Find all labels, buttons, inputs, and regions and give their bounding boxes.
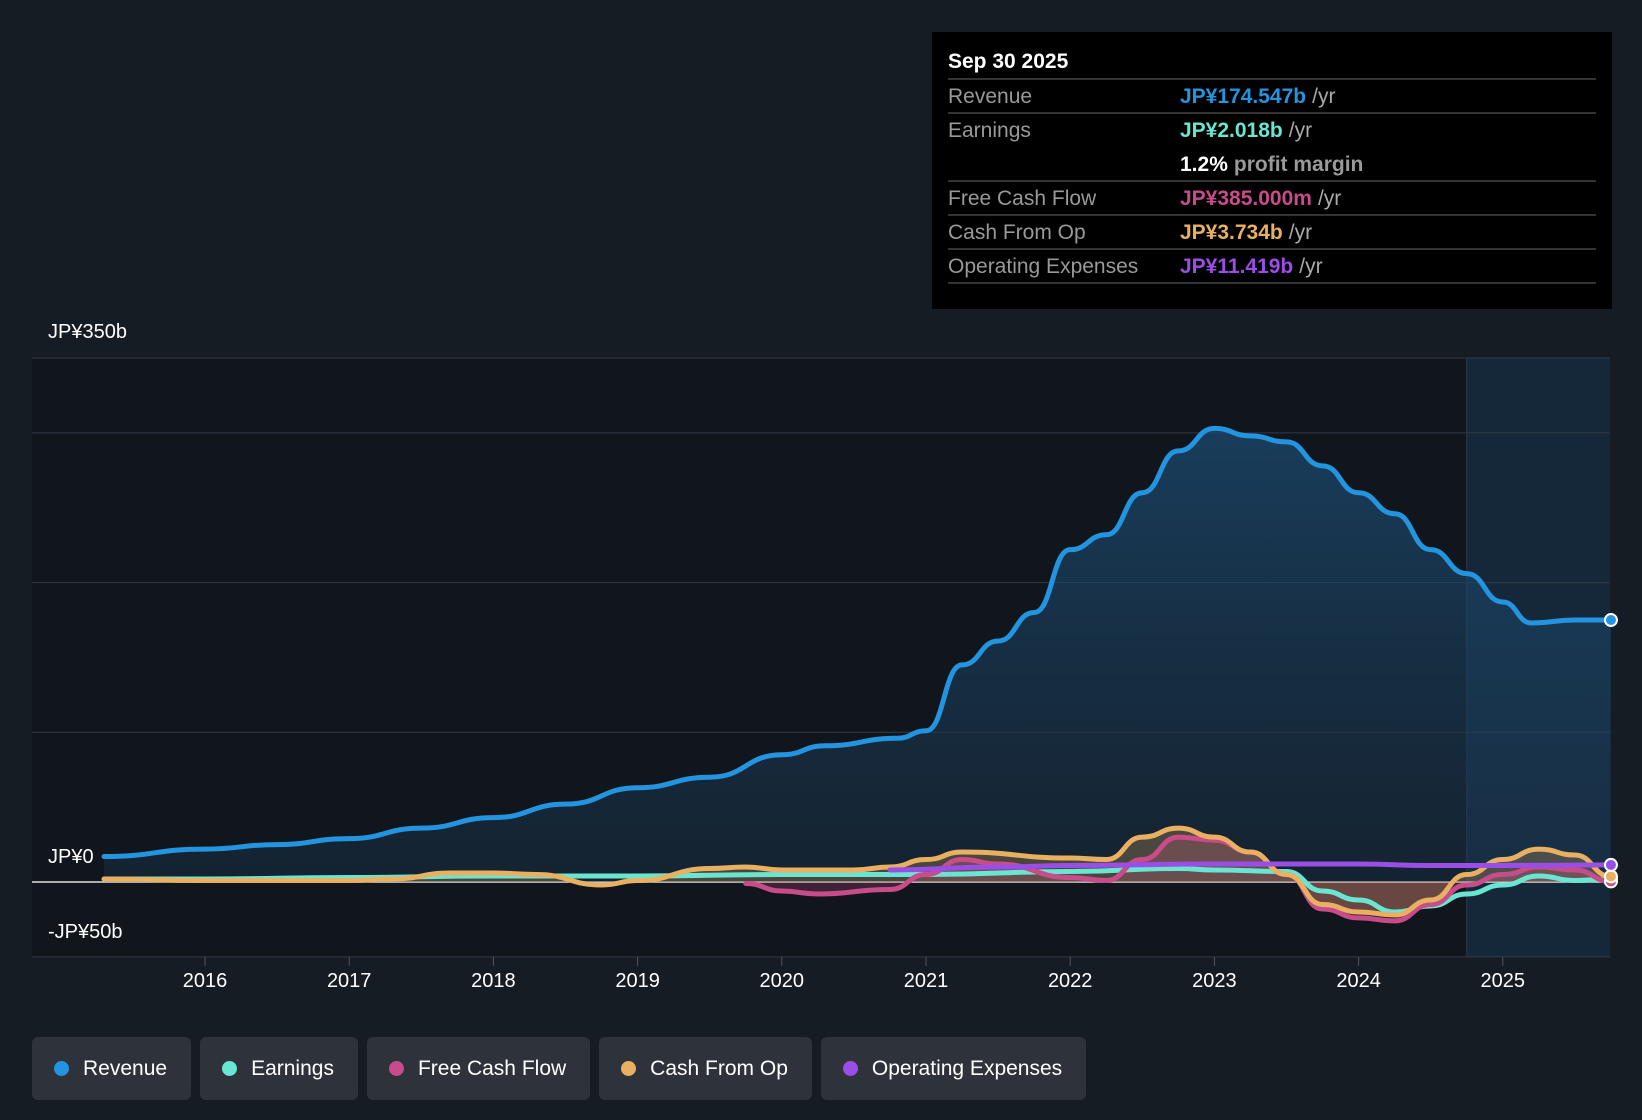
y-label-zero: JP¥0: [48, 846, 94, 868]
legend-label: Operating Expenses: [871, 1056, 1063, 1080]
y-label-bottom: -JP¥50b: [48, 921, 123, 943]
tooltip-row-revenue: Revenue JP¥174.547b/yr: [948, 80, 1596, 114]
tooltip-row-opex: Operating Expenses JP¥11.419b/yr: [948, 250, 1596, 284]
tooltip-value: JP¥385.000m: [1180, 187, 1312, 210]
profit-margin-label: profit margin: [1233, 153, 1364, 176]
tooltip-date: Sep 30 2025: [948, 46, 1596, 80]
dot-icon: [621, 1061, 637, 1076]
legend-free-cash-flow[interactable]: Free Cash Flow: [366, 1037, 591, 1100]
x-tick-label: 2025: [1480, 970, 1526, 992]
legend-label: Revenue: [83, 1056, 168, 1080]
cash-from-op-endpoint: [1603, 869, 1618, 884]
tooltip-value: JP¥2.018b: [1180, 119, 1283, 142]
dot-icon: [222, 1061, 238, 1076]
revenue-endpoint: [1603, 613, 1618, 628]
legend-label: Cash From Op: [650, 1056, 788, 1080]
legend-revenue[interactable]: Revenue: [32, 1037, 192, 1100]
legend-operating-expenses[interactable]: Operating Expenses: [820, 1037, 1087, 1100]
tooltip: Sep 30 2025 Revenue JP¥174.547b/yr Earnin…: [932, 32, 1612, 309]
dot-icon: [388, 1061, 404, 1076]
x-tick-label: 2019: [615, 970, 660, 992]
tooltip-label: Earnings: [948, 119, 1031, 142]
x-tick-label: 2022: [1047, 970, 1093, 992]
tooltip-row-margin: 1.2% profit margin: [948, 148, 1596, 182]
tooltip-row-cfo: Cash From Op JP¥3.734b/yr: [948, 216, 1596, 250]
tooltip-label: Free Cash Flow: [948, 187, 1097, 210]
tooltip-value: JP¥174.547b: [1180, 85, 1307, 108]
tooltip-unit: /yr: [1288, 221, 1313, 244]
tooltip-label: Revenue: [948, 85, 1033, 108]
legend-label: Free Cash Flow: [417, 1056, 567, 1080]
x-tick-label: 2020: [759, 970, 805, 992]
legend-earnings[interactable]: Earnings: [200, 1037, 358, 1100]
tooltip-row-earnings: Earnings JP¥2.018b/yr: [948, 114, 1596, 148]
x-tick-label: 2023: [1192, 970, 1237, 992]
x-tick-label: 2024: [1336, 970, 1381, 992]
dot-icon: [54, 1061, 69, 1076]
profit-margin-value: 1.2%: [1180, 153, 1228, 176]
tooltip-unit: /yr: [1317, 187, 1342, 210]
tooltip-value: JP¥11.419b: [1180, 255, 1294, 278]
tooltip-unit: /yr: [1312, 85, 1336, 108]
dot-icon: [842, 1061, 858, 1076]
tooltip-label: Operating Expenses: [948, 255, 1139, 278]
operating-expenses-endpoint: [1603, 857, 1618, 872]
x-tick-label: 2021: [903, 970, 949, 992]
legend-label: Earnings: [251, 1056, 334, 1080]
tooltip-row-fcf: Free Cash Flow JP¥385.000m/yr: [948, 182, 1596, 216]
x-tick-label: 2018: [471, 970, 516, 992]
x-tick-label: 2017: [326, 970, 372, 992]
x-tick-label: 2016: [182, 970, 228, 992]
tooltip-label: Cash From Op: [948, 221, 1086, 244]
tooltip-unit: /yr: [1288, 119, 1313, 142]
tooltip-value: JP¥3.734b: [1180, 221, 1283, 244]
legend-cash-from-op[interactable]: Cash From Op: [599, 1037, 812, 1100]
y-label-top: JP¥350b: [48, 321, 127, 343]
tooltip-unit: /yr: [1299, 255, 1323, 278]
legend: Revenue Earnings Free Cash Flow Cash Fro…: [32, 1037, 1087, 1100]
